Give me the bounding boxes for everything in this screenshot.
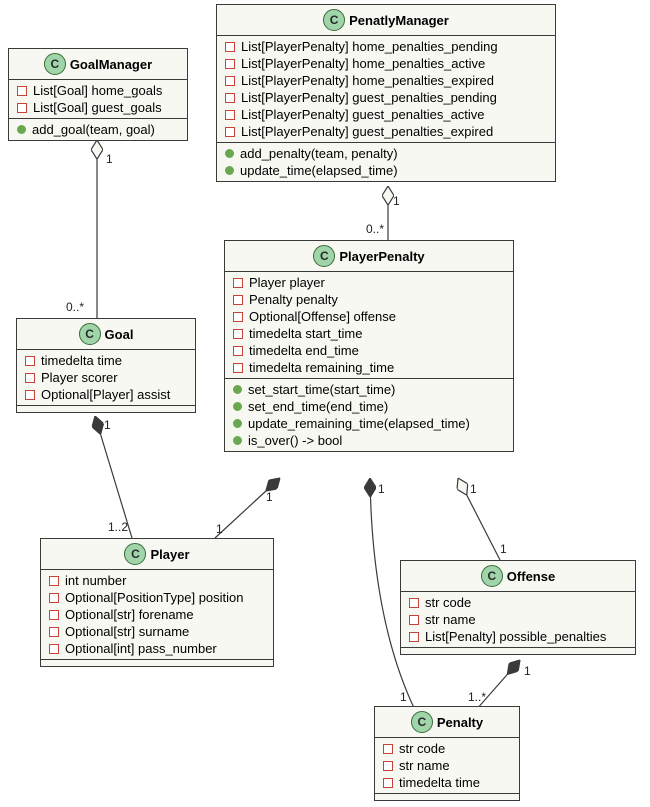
private-icon [225,127,235,137]
class-name: Goal [105,327,134,342]
class-icon: C [411,711,433,733]
class-icon: C [481,565,503,587]
mult-label: 1 [500,542,507,556]
private-icon [17,103,27,113]
mult-label: 1..* [468,690,486,704]
public-icon [233,402,242,411]
class-name: GoalManager [70,57,152,72]
private-icon [233,363,243,373]
class-icon: C [124,543,146,565]
private-icon [225,93,235,103]
public-icon [225,149,234,158]
class-name: PlayerPenalty [339,249,424,264]
mult-label: 1 [106,152,113,166]
mult-label: 1 [470,482,477,496]
private-icon [49,627,59,637]
mult-label: 0..* [366,222,384,236]
mult-label: 1 [378,482,385,496]
private-icon [25,390,35,400]
class-name: Offense [507,569,555,584]
mult-label: 0..* [66,300,84,314]
private-icon [233,346,243,356]
class-goalmanager: C GoalManager List[Goal] home_goals List… [8,48,188,141]
private-icon [383,744,393,754]
public-icon [233,436,242,445]
mult-label: 1 [104,418,111,432]
private-icon [49,593,59,603]
private-icon [233,329,243,339]
public-icon [233,385,242,394]
private-icon [383,778,393,788]
class-icon: C [313,245,335,267]
class-icon: C [323,9,345,31]
private-icon [225,76,235,86]
public-icon [225,166,234,175]
private-icon [233,278,243,288]
public-icon [233,419,242,428]
class-icon: C [79,323,101,345]
class-penalty: C Penalty str code str name timedelta ti… [374,706,520,801]
mult-label: 1 [524,664,531,678]
class-icon: C [44,53,66,75]
class-header: C GoalManager [9,49,187,80]
private-icon [233,312,243,322]
mult-label: 1..2 [108,520,128,534]
private-icon [409,632,419,642]
class-name: Player [150,547,189,562]
private-icon [225,110,235,120]
class-player: C Player int number Optional[PositionTyp… [40,538,274,667]
private-icon [233,295,243,305]
class-name: PenatlyManager [349,13,449,28]
class-offense: C Offense str code str name List[Penalty… [400,560,636,655]
private-icon [49,576,59,586]
mult-label: 1 [216,522,223,536]
methods: add_goal(team, goal) [9,119,187,140]
private-icon [225,42,235,52]
public-icon [17,125,26,134]
class-name: Penalty [437,715,483,730]
private-icon [25,373,35,383]
private-icon [49,644,59,654]
private-icon [17,86,27,96]
private-icon [409,598,419,608]
private-icon [25,356,35,366]
private-icon [49,610,59,620]
private-icon [225,59,235,69]
class-penaltymanager: C PenatlyManager List[PlayerPenalty] hom… [216,4,556,182]
mult-label: 1 [266,490,273,504]
mult-label: 1 [400,690,407,704]
private-icon [409,615,419,625]
mult-label: 1 [393,194,400,208]
private-icon [383,761,393,771]
class-goal: C Goal timedelta time Player scorer Opti… [16,318,196,413]
class-playerpenalty: C PlayerPenalty Player player Penalty pe… [224,240,514,452]
attrs: List[Goal] home_goals List[Goal] guest_g… [9,80,187,119]
